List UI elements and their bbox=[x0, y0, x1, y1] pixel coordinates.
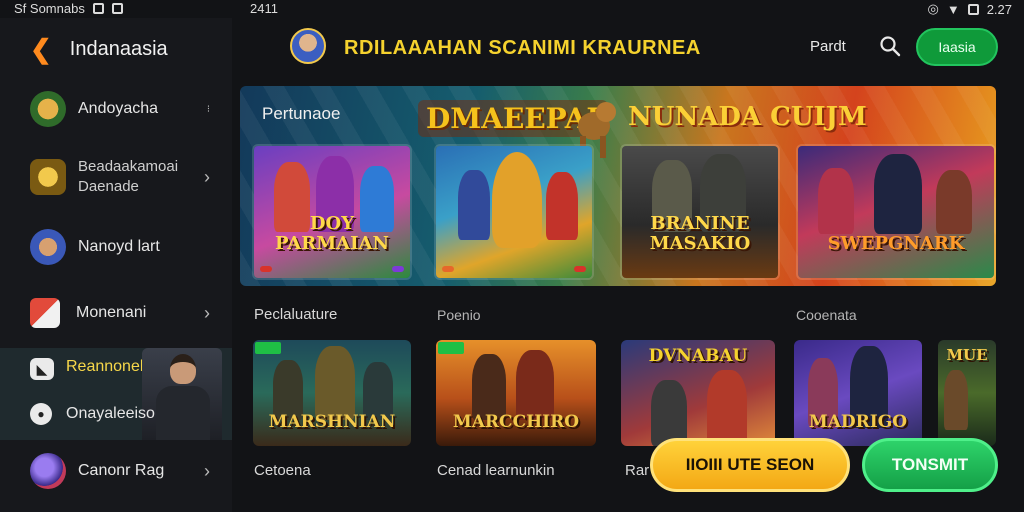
wifi-icon: ▼ bbox=[946, 1, 960, 17]
status-time-mid: 2411 bbox=[250, 1, 278, 16]
hero-icon bbox=[30, 229, 66, 265]
globe-icon bbox=[30, 453, 66, 489]
primary-cta-button[interactable]: IIOIII UTE SEON bbox=[650, 438, 850, 492]
banner-card-1[interactable]: DOY PARMAIAN bbox=[252, 144, 412, 280]
banner-card-2[interactable] bbox=[434, 144, 594, 280]
controller-icon: ◣ bbox=[30, 358, 54, 380]
section-label: Rar bbox=[625, 462, 650, 479]
sidebar-item-andoyacha[interactable]: Andoyacha ⁝ bbox=[0, 88, 232, 130]
banner-label: Pertunaoe bbox=[262, 104, 341, 123]
banner-card-title: SWEPGNARK bbox=[827, 233, 965, 254]
gamepad-icon: ● bbox=[30, 403, 52, 425]
game-card-1[interactable]: MARSHNIAN bbox=[253, 340, 411, 446]
status-left-text: Sf Somnabs bbox=[14, 1, 85, 16]
chevron-right-icon: › bbox=[204, 302, 210, 323]
game-card-4[interactable]: MADRIGO bbox=[794, 340, 922, 446]
sidebar-item-canonr[interactable]: Canonr Rag › bbox=[0, 450, 232, 492]
signal-icon: ◎ bbox=[927, 1, 939, 16]
new-badge bbox=[438, 342, 464, 354]
section-label: Cooenata bbox=[796, 307, 857, 323]
banner-card-3[interactable]: BRANINE MASAKIO bbox=[620, 144, 780, 280]
section-label: Poenio bbox=[437, 307, 481, 323]
sidebar-item-monenani[interactable]: Monenani › bbox=[0, 292, 232, 334]
sidebar-item-label: Onayaleeiso bbox=[66, 405, 155, 422]
notification-icon bbox=[92, 3, 104, 14]
banner-card-title: BRANINE MASAKIO bbox=[649, 213, 751, 254]
sidebar-item-label: Canonr Rag bbox=[78, 462, 165, 479]
game-card-title: DVNABAU bbox=[648, 346, 748, 366]
sidebar-item-beadaakamoai[interactable]: Beadaakamoai Daenade › bbox=[0, 152, 232, 202]
game-card-2[interactable]: MARCCHIRO bbox=[436, 340, 596, 446]
status-left: Sf Somnabs bbox=[14, 1, 123, 16]
sidebar-header: ❮ Indanaasia bbox=[30, 36, 168, 62]
banner-logo-right: NUNADA CUIJM bbox=[628, 102, 867, 132]
game-card-title: MADRIGO bbox=[808, 412, 908, 432]
game-card-3[interactable]: DVNABAU bbox=[621, 340, 775, 446]
banner-card-4[interactable]: SWEPGNARK bbox=[796, 144, 996, 280]
warrior-icon bbox=[30, 159, 66, 195]
secondary-cta-button[interactable]: TONSMIT bbox=[862, 438, 998, 492]
new-badge bbox=[255, 342, 281, 354]
chevron-right-icon: › bbox=[204, 166, 210, 187]
battery-icon bbox=[967, 3, 979, 15]
sidebar-item-label: Monenani bbox=[76, 304, 147, 321]
banner-card-tag bbox=[574, 266, 586, 272]
screenshot-icon bbox=[111, 3, 123, 14]
game-card-5[interactable]: MUE bbox=[938, 340, 996, 446]
sidebar-item-label: Beadaakamoai Daenade bbox=[78, 158, 179, 195]
status-bar: Sf Somnabs 2411 ◎ ▼ 2.27 bbox=[0, 0, 1024, 18]
brand-title: RDILAAAHAN SCANIMI KRAURNEA bbox=[344, 37, 701, 59]
sidebar-title: Indanaasia bbox=[69, 37, 168, 60]
game-card-title: MUE bbox=[946, 346, 988, 364]
sidebar-item-label: Nanoyd lart bbox=[78, 238, 160, 255]
banner-card-title: DOY PARMAIAN bbox=[275, 213, 389, 254]
status-right: ◎ ▼ 2.27 bbox=[927, 1, 1012, 17]
character-icon bbox=[30, 91, 66, 127]
avatar[interactable] bbox=[290, 28, 326, 64]
section-label: Cenad learnunkin bbox=[437, 462, 555, 479]
featured-banner[interactable]: Pertunaoe DMAEEPAI NUNADA CUIJM DOY PARM… bbox=[240, 86, 996, 286]
game-card-title: MARSHNIAN bbox=[268, 412, 396, 432]
game-card-title: MARCCHIRO bbox=[452, 412, 580, 432]
sidebar-item-label: Andoyacha bbox=[78, 100, 159, 117]
sidebar-item-nanoyd[interactable]: Nanoyd lart bbox=[0, 226, 232, 268]
search-icon[interactable] bbox=[878, 34, 902, 58]
header-link[interactable]: Pardt bbox=[810, 38, 846, 55]
header-action-button[interactable]: Iaasia bbox=[916, 28, 998, 66]
chevron-right-icon: › bbox=[204, 460, 210, 481]
status-time-right: 2.27 bbox=[986, 1, 1012, 17]
banner-card-tag bbox=[392, 266, 404, 272]
banner-card-tag bbox=[260, 266, 272, 272]
top-header: RDILAAAHAN SCANIMI KRAURNEA Pardt Iaasia bbox=[232, 18, 1024, 78]
section-label: Cetoena bbox=[254, 462, 311, 479]
banner-card-tag bbox=[442, 266, 454, 272]
cards-icon bbox=[30, 298, 60, 328]
section-label: Peclaluature bbox=[254, 306, 338, 323]
sidebar-item-onayaleeiso[interactable]: ● Onayaleeiso bbox=[0, 396, 232, 432]
sidebar: ❮ Indanaasia Andoyacha ⁝ Beadaakamoai Da… bbox=[0, 18, 232, 512]
dots-icon: ⁝ bbox=[206, 103, 210, 115]
back-arrow-icon[interactable]: ❮ bbox=[30, 36, 52, 62]
